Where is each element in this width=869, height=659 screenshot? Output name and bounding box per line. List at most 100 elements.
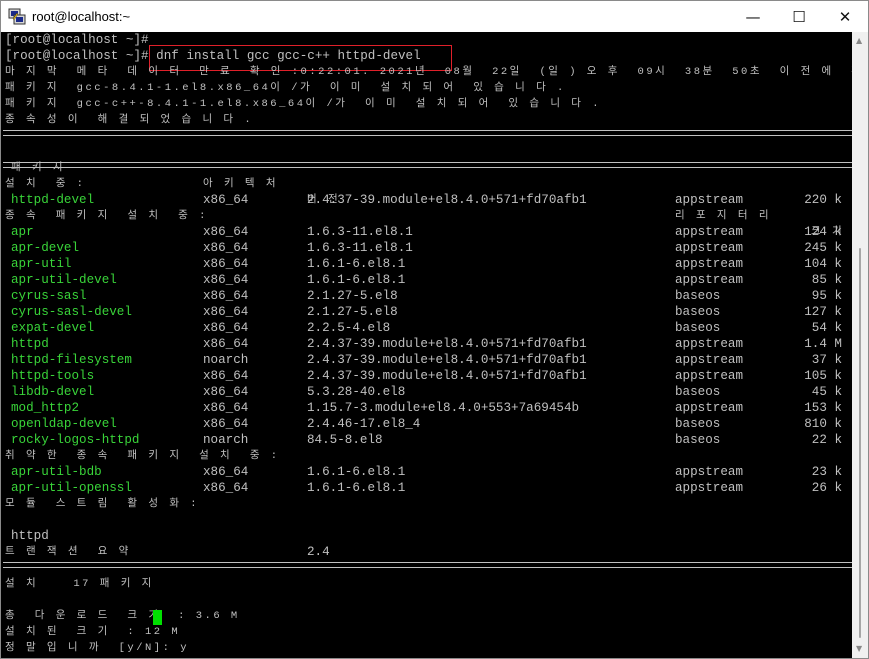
package-name: cyrus-sasl-devel — [11, 305, 132, 319]
package-size: 23 k — [811, 465, 842, 479]
minimize-button[interactable]: — — [730, 1, 776, 32]
package-arch: x86_64 — [203, 321, 249, 335]
package-arch: x86_64 — [203, 225, 249, 239]
putty-icon — [8, 8, 26, 25]
package-arch: x86_64 — [203, 193, 249, 207]
package-repo: baseos — [675, 321, 721, 335]
package-arch: x86_64 — [203, 273, 249, 287]
package-arch: x86_64 — [203, 417, 249, 431]
package-arch: x86_64 — [203, 289, 249, 303]
package-version: 84.5-8.el8 — [307, 433, 383, 447]
separator-top — [3, 130, 852, 136]
package-name: apr-util-devel — [11, 273, 117, 287]
section-deps: 종 속 패 키 지 설 치 중 : — [5, 210, 208, 222]
package-version: 2.1.27-5.el8 — [307, 305, 398, 319]
package-row: cyrus-sasl x86_64 2.1.27-5.el8 baseos 95 k — [1, 288, 852, 304]
text-cursor — [153, 610, 162, 625]
package-name: apr — [11, 225, 34, 239]
package-size: 45 k — [811, 385, 842, 399]
title-bar[interactable]: root@localhost:~ — ☐ ✕ — [1, 1, 868, 32]
prompt-line: [root@localhost ~]# — [5, 33, 149, 47]
module-version: 2.4 — [307, 545, 330, 559]
package-version: 2.4.37-39.module+el8.4.0+571+fd70afb1 — [307, 337, 587, 351]
package-version: 2.4.37-39.module+el8.4.0+571+fd70afb1 — [307, 193, 587, 207]
package-version: 1.15.7-3.module+el8.4.0+553+7a69454b — [307, 401, 580, 415]
metadata-check-line: 마 지 막 메 타 데 이 터 만 료 확 인 :0:22:01. 2021년 … — [5, 66, 869, 78]
package-row: apr-util-openssl x86_64 1.6.1-6.el8.1 appst… — [1, 480, 852, 496]
package-size: 85 k — [811, 273, 842, 287]
confirm-prompt[interactable]: 정 말 입 니 까 [y/N]: y — [5, 640, 189, 656]
package-version: 1.6.1-6.el8.1 — [307, 481, 406, 495]
package-row: apr-util x86_64 1.6.1-6.el8.1 appstream 104 … — [1, 256, 852, 272]
package-row: httpd-devel x86_64 2.4.37-39.module+el8.4.… — [1, 192, 852, 208]
package-name: apr-util — [11, 257, 72, 271]
scroll-down-arrow-icon[interactable]: ▼ — [856, 644, 862, 653]
package-row: mod_http2 x86_64 1.15.7-3.module+el8.4.0+5… — [1, 400, 852, 416]
package-row: apr-util-bdb x86_64 1.6.1-6.el8.1 appstream… — [1, 464, 852, 480]
package-repo: appstream — [675, 465, 744, 479]
package-name: openldap-devel — [11, 417, 117, 431]
package-version: 1.6.3-11.el8.1 — [307, 225, 413, 239]
package-repo: appstream — [675, 241, 744, 255]
close-button[interactable]: ✕ — [822, 1, 868, 32]
scrollbar-thumb[interactable] — [859, 248, 861, 638]
package-row: apr-util-devel x86_64 1.6.1-6.el8.1 appstre… — [1, 272, 852, 288]
deps-resolved-line: 종 속 성 이 해 결 되 었 습 니 다 . — [5, 114, 254, 126]
summary-install-count: 설 치 17 패 키 지 — [5, 578, 154, 590]
package-name: mod_http2 — [11, 401, 80, 415]
package-size: 124 k — [804, 225, 842, 239]
package-row: openldap-devel x86_64 2.4.46-17.el8_4 baseo… — [1, 416, 852, 432]
package-version: 1.6.1-6.el8.1 — [307, 465, 406, 479]
package-arch: x86_64 — [203, 337, 249, 351]
package-repo: baseos — [675, 417, 721, 431]
package-repo: appstream — [675, 225, 744, 239]
package-row: apr-devel x86_64 1.6.3-11.el8.1 appstream 24… — [1, 240, 852, 256]
package-size: 95 k — [811, 289, 842, 303]
package-name: apr-util-openssl — [11, 481, 132, 495]
table-header: 패 키 지 아 키 텍 처 버 전 리 포 지 터 리 크 기 — [1, 144, 852, 238]
separator-header — [3, 162, 852, 168]
package-size: 26 k — [811, 481, 842, 495]
package-size: 37 k — [811, 353, 842, 367]
package-name: httpd-filesystem — [11, 353, 132, 367]
section-install: 설 치 중 : — [5, 178, 86, 190]
header-repo: 리 포 지 터 리 — [675, 210, 772, 222]
package-arch: x86_64 — [203, 385, 249, 399]
transaction-summary-title: 트 랜 잭 션 요 약 — [5, 546, 131, 558]
package-repo: appstream — [675, 273, 744, 287]
package-row: httpd x86_64 2.4.37-39.module+el8.4.0+571+… — [1, 336, 852, 352]
package-size: 22 k — [811, 433, 842, 447]
module-row: httpd 2.4 — [1, 512, 852, 559]
package-version: 5.3.28-40.el8 — [307, 385, 406, 399]
package-repo: baseos — [675, 385, 721, 399]
section-module-stream: 모 듈 스 트 림 활 성 화 : — [5, 498, 200, 510]
package-name: httpd-tools — [11, 369, 95, 383]
package-name: apr-devel — [11, 241, 80, 255]
package-repo: appstream — [675, 257, 744, 271]
package-name: rocky-logos-httpd — [11, 433, 140, 447]
package-version: 2.2.5-4.el8 — [307, 321, 391, 335]
package-repo: baseos — [675, 289, 721, 303]
installed-size: 설 치 된 크 기 : 12 M — [5, 626, 181, 638]
package-size: 54 k — [811, 321, 842, 335]
package-row: expat-devel x86_64 2.2.5-4.el8 baseos 54 k — [1, 320, 852, 336]
gcc-cpp-installed-line: 패 키 지 gcc-c++-8.4.1-1.el8.x86_64이 /가 이 미… — [5, 98, 602, 110]
package-arch: x86_64 — [203, 257, 249, 271]
window-title: root@localhost:~ — [32, 9, 131, 24]
section-weak-deps: 취 약 한 종 속 패 키 지 설 치 중 : — [5, 450, 280, 462]
scroll-up-arrow-icon[interactable]: ▲ — [856, 36, 862, 45]
package-repo: appstream — [675, 369, 744, 383]
package-name: cyrus-sasl — [11, 289, 87, 303]
package-repo: appstream — [675, 353, 744, 367]
maximize-button[interactable]: ☐ — [776, 1, 822, 32]
terminal-output[interactable]: [root@localhost ~]# [root@localhost ~]# … — [1, 32, 861, 658]
package-name: httpd — [11, 337, 49, 351]
package-repo: appstream — [675, 337, 744, 351]
scrollbar[interactable]: ▲ ▼ — [852, 32, 868, 658]
prompt: [root@localhost ~]# — [5, 49, 157, 63]
separator-summary — [3, 562, 852, 568]
package-repo: baseos — [675, 305, 721, 319]
package-row: libdb-devel x86_64 5.3.28-40.el8 baseos 45 k — [1, 384, 852, 400]
package-size: 105 k — [804, 369, 842, 383]
package-name: libdb-devel — [11, 385, 95, 399]
